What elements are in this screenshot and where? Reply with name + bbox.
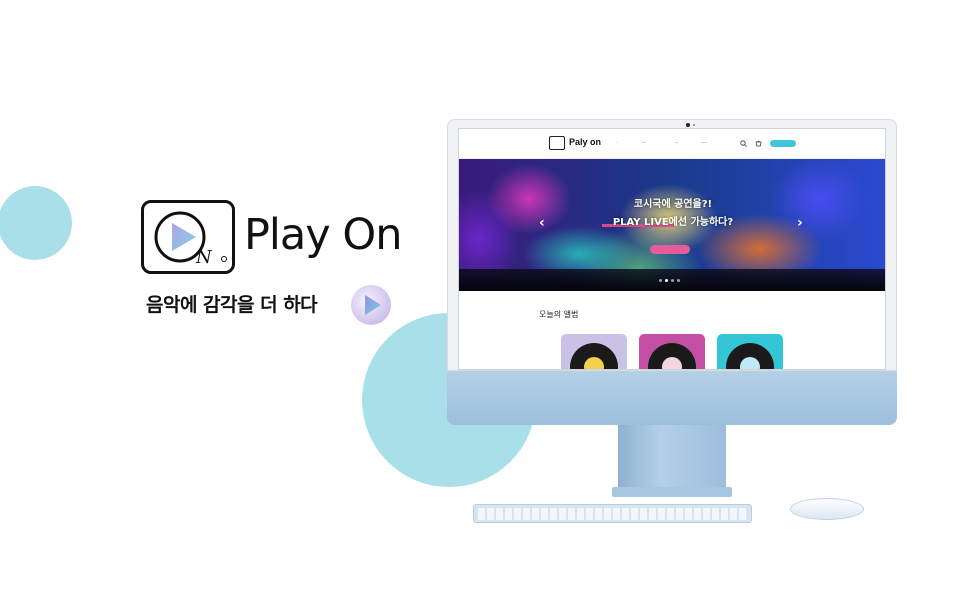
- carousel-dot[interactable]: [659, 279, 662, 282]
- nav-item-4[interactable]: ····: [701, 140, 707, 146]
- carousel-dot[interactable]: [665, 279, 668, 282]
- hero-cta-button[interactable]: [650, 245, 690, 254]
- vinyl-icon: [648, 343, 696, 369]
- nav-item-2[interactable]: ···: [641, 140, 646, 146]
- chevron-right-icon[interactable]: ›: [797, 215, 803, 231]
- tagline: 음악에 감각을 더 하다: [146, 294, 318, 316]
- decorative-circle-small: [0, 186, 72, 260]
- nav-item-1[interactable]: ·: [617, 140, 619, 146]
- svg-text:N: N: [195, 247, 213, 268]
- vinyl-icon: [570, 343, 618, 369]
- chevron-left-icon[interactable]: ‹: [539, 215, 545, 231]
- album-card[interactable]: [561, 334, 627, 369]
- mouse: [790, 498, 864, 520]
- carousel-dots: [659, 279, 689, 283]
- site-logo-icon[interactable]: [549, 136, 565, 150]
- section-title: 오늘의 앨범: [539, 310, 579, 319]
- imac-chin: [447, 371, 897, 425]
- carousel-dot[interactable]: [677, 279, 680, 282]
- keyboard-keys: [478, 508, 747, 520]
- album-card[interactable]: [639, 334, 705, 369]
- hero-title-line1: 코시국에 공연을?!: [633, 199, 713, 210]
- login-button[interactable]: [770, 140, 796, 147]
- camera-sensor: [693, 124, 695, 126]
- play-on-logo-icon: N: [141, 200, 235, 274]
- brand-block: N Play On: [141, 200, 411, 280]
- website-screen: Paly on · ··· ·· ···· 코시국에 공연을?! PLAY LI…: [458, 128, 886, 370]
- vinyl-icon: [726, 343, 774, 369]
- brand-name: Play On: [244, 210, 402, 260]
- search-icon[interactable]: [740, 140, 747, 147]
- imac-stand-foot: [612, 487, 732, 497]
- site-brand[interactable]: Paly on: [569, 137, 601, 147]
- album-card[interactable]: [717, 334, 783, 369]
- site-nav: Paly on · ··· ·· ····: [459, 129, 885, 159]
- nav-item-3[interactable]: ··: [675, 140, 678, 146]
- camera-icon: [686, 123, 690, 127]
- hero-banner: 코시국에 공연을?! PLAY LIVE에선 가능하다? ‹ ›: [459, 159, 885, 291]
- hero-title-line2: PLAY LIVE에선 가능하다?: [612, 217, 734, 228]
- imac-stand: [618, 425, 726, 495]
- cart-icon[interactable]: [755, 140, 762, 147]
- play-badge-icon: [350, 284, 392, 326]
- carousel-dot[interactable]: [671, 279, 674, 282]
- keyboard: [473, 504, 752, 523]
